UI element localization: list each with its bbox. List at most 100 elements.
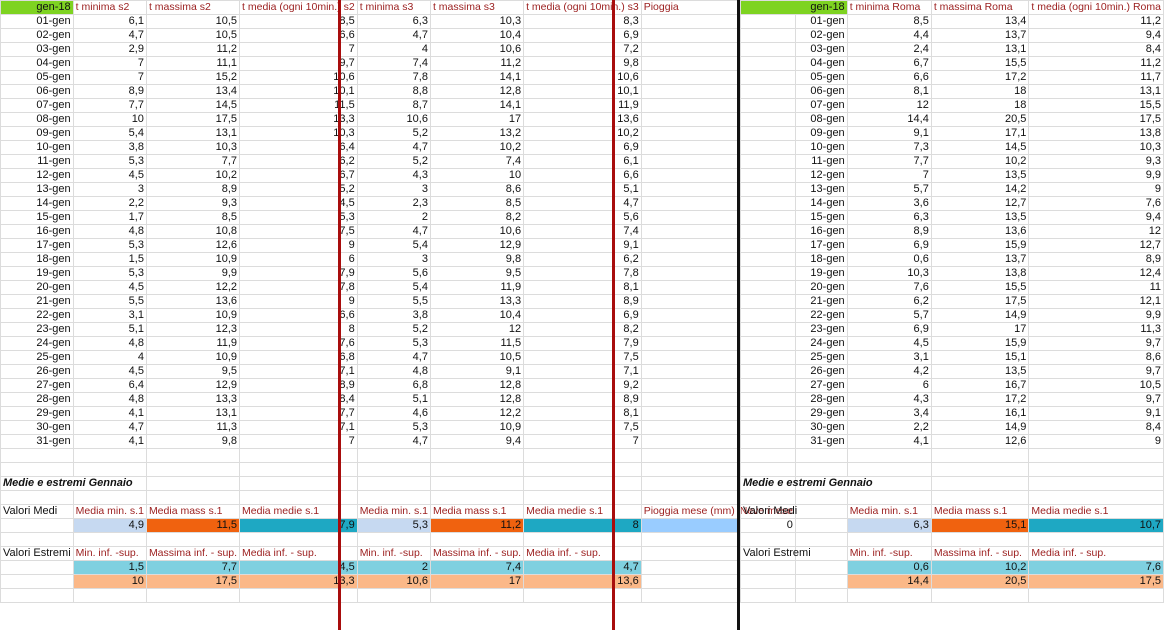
date-cell[interactable]: 06-gen: [0, 84, 74, 99]
value-cell[interactable]: 8,9: [846, 224, 932, 239]
value-cell[interactable]: 4: [356, 42, 431, 57]
date-cell[interactable]: 27-gen: [0, 378, 74, 393]
empty-cell[interactable]: [640, 42, 738, 57]
value-cell[interactable]: 8,4: [1028, 42, 1164, 57]
value-cell[interactable]: 6,7: [846, 56, 932, 71]
value-cell[interactable]: 4: [72, 350, 147, 365]
date-cell[interactable]: 15-gen: [740, 210, 848, 225]
value-cell[interactable]: 3,4: [846, 406, 932, 421]
date-cell[interactable]: 23-gen: [740, 322, 848, 337]
value-cell[interactable]: 5,3: [72, 266, 147, 281]
value-cell[interactable]: 6,6: [523, 168, 642, 183]
value-cell[interactable]: 4,5: [72, 168, 147, 183]
value-cell[interactable]: 9,9: [145, 266, 241, 281]
value-cell[interactable]: 15,9: [930, 336, 1030, 351]
empty-cell[interactable]: [356, 532, 431, 547]
date-cell[interactable]: 02-gen: [0, 28, 74, 43]
empty-cell[interactable]: [356, 588, 431, 603]
value-cell[interactable]: 9,9: [1028, 308, 1164, 323]
empty-cell[interactable]: [740, 532, 848, 547]
value-cell[interactable]: 7,8: [523, 266, 642, 281]
estremo-inf-value[interactable]: 2: [356, 560, 431, 575]
date-cell[interactable]: 04-gen: [740, 56, 848, 71]
empty-cell[interactable]: [640, 308, 738, 323]
value-cell[interactable]: 13,4: [145, 84, 241, 99]
value-cell[interactable]: 14,5: [930, 140, 1030, 155]
date-cell[interactable]: 23-gen: [0, 322, 74, 337]
date-cell[interactable]: 13-gen: [740, 182, 848, 197]
value-cell[interactable]: 7,1: [523, 364, 642, 379]
date-cell[interactable]: 08-gen: [740, 112, 848, 127]
value-cell[interactable]: 14,9: [930, 308, 1030, 323]
empty-cell[interactable]: [640, 406, 738, 421]
empty-cell[interactable]: [640, 140, 738, 155]
value-cell[interactable]: 5,4: [356, 280, 431, 295]
empty-cell[interactable]: [523, 588, 642, 603]
value-cell[interactable]: 12,7: [1028, 238, 1164, 253]
empty-cell[interactable]: [1028, 448, 1164, 463]
empty-cell[interactable]: [72, 588, 147, 603]
value-cell[interactable]: 7,8: [356, 70, 431, 85]
empty-cell[interactable]: [0, 574, 74, 589]
section-title[interactable]: Medie e estremi Gennaio: [740, 476, 932, 491]
value-cell[interactable]: 3: [72, 182, 147, 197]
date-cell[interactable]: 31-gen: [0, 434, 74, 449]
value-cell[interactable]: 9,8: [429, 252, 525, 267]
empty-cell[interactable]: [640, 490, 738, 505]
empty-cell[interactable]: [640, 168, 738, 183]
empty-cell[interactable]: [930, 532, 1030, 547]
empty-cell[interactable]: [640, 476, 738, 491]
value-cell[interactable]: 15,5: [930, 56, 1030, 71]
value-cell[interactable]: 13,7: [930, 28, 1030, 43]
value-cell[interactable]: 11,3: [145, 420, 241, 435]
value-cell[interactable]: 12,7: [930, 196, 1030, 211]
date-cell[interactable]: 25-gen: [0, 350, 74, 365]
empty-cell[interactable]: [640, 154, 738, 169]
value-cell[interactable]: 12,9: [145, 378, 241, 393]
value-cell[interactable]: 13,1: [145, 406, 241, 421]
value-cell[interactable]: 4,5: [72, 364, 147, 379]
medi-header[interactable]: Media mass s.1: [429, 504, 525, 519]
empty-cell[interactable]: [640, 252, 738, 267]
value-cell[interactable]: 5,4: [356, 238, 431, 253]
date-cell[interactable]: 12-gen: [740, 168, 848, 183]
medi-header[interactable]: Media min. s.1: [846, 504, 932, 519]
value-cell[interactable]: 13,6: [930, 224, 1030, 239]
value-cell[interactable]: 7,7: [145, 154, 241, 169]
media-value[interactable]: 11,5: [145, 518, 241, 533]
empty-cell[interactable]: [640, 350, 738, 365]
value-cell[interactable]: 8,2: [523, 322, 642, 337]
value-cell[interactable]: 5,5: [356, 294, 431, 309]
date-cell[interactable]: 18-gen: [740, 252, 848, 267]
value-cell[interactable]: 2,3: [356, 196, 431, 211]
estremi-header[interactable]: Massima inf. - sup.: [429, 546, 525, 561]
column-header[interactable]: t minima s2: [72, 0, 147, 15]
empty-cell[interactable]: [1028, 490, 1164, 505]
date-cell[interactable]: 24-gen: [0, 336, 74, 351]
value-cell[interactable]: 4,7: [356, 140, 431, 155]
estremo-inf-value[interactable]: 7,4: [429, 560, 525, 575]
value-cell[interactable]: 8,4: [1028, 420, 1164, 435]
estremo-inf-value[interactable]: 1,5: [72, 560, 147, 575]
empty-cell[interactable]: [145, 476, 241, 491]
empty-cell[interactable]: [72, 532, 147, 547]
value-cell[interactable]: 8,9: [523, 392, 642, 407]
value-cell[interactable]: 10,9: [429, 420, 525, 435]
value-cell[interactable]: 9: [1028, 182, 1164, 197]
value-cell[interactable]: 12,4: [1028, 266, 1164, 281]
value-cell[interactable]: 13,5: [930, 364, 1030, 379]
empty-cell[interactable]: [740, 490, 848, 505]
empty-cell[interactable]: [72, 448, 147, 463]
date-cell[interactable]: 14-gen: [740, 196, 848, 211]
empty-cell[interactable]: [740, 560, 848, 575]
date-cell[interactable]: 10-gen: [740, 140, 848, 155]
value-cell[interactable]: 6,1: [72, 14, 147, 29]
column-header[interactable]: t media (ogni 10min.) s3: [523, 0, 642, 15]
value-cell[interactable]: 2,2: [72, 196, 147, 211]
value-cell[interactable]: 11,2: [1028, 14, 1164, 29]
empty-cell[interactable]: [640, 532, 738, 547]
value-cell[interactable]: 5,1: [72, 322, 147, 337]
date-cell[interactable]: 30-gen: [740, 420, 848, 435]
empty-cell[interactable]: [429, 490, 525, 505]
value-cell[interactable]: 8,9: [1028, 252, 1164, 267]
